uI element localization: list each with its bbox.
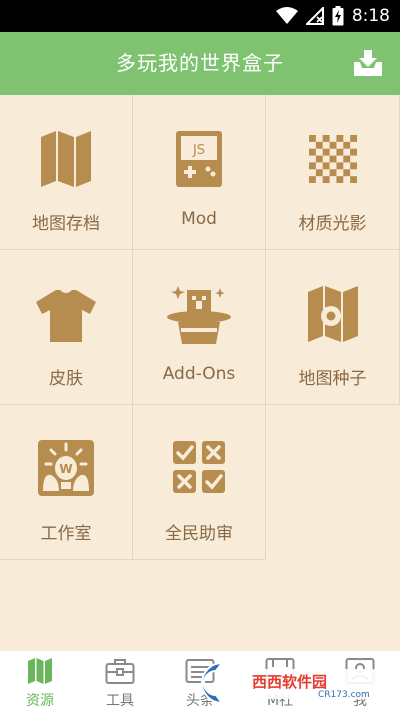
app-bar: 多玩我的世界盒子 [0,32,400,95]
checker-square [349,162,357,170]
map-icon [28,658,52,684]
checker-square [335,135,343,142]
page-title: 多玩我的世界盒子 [116,51,284,75]
watermark-brand: 西西软件园 [252,673,327,691]
grid-item-label: 地图种子 [298,369,367,389]
grid-item-label: Mod [181,209,217,229]
checker-square [329,155,336,163]
checker-square [315,169,323,177]
magic-hat-icon [167,286,231,344]
status-bar: 8:18 [0,0,400,32]
checker-square [335,176,343,183]
status-icons: 8:18 [275,5,390,27]
grid-item-skins[interactable]: 皮肤 [0,250,133,405]
checker-square [315,141,323,149]
nav-label: 工具 [106,693,134,709]
checker-square [315,155,323,163]
checker-square [329,169,336,177]
grid-item-review[interactable]: 全民助审 [133,405,266,560]
grid-item-textures[interactable]: 材质光影 [266,95,400,250]
checker-square [329,141,336,149]
checker-square [322,135,330,142]
grid-item-icon-wrap [266,284,399,346]
shirt-icon [36,290,96,342]
nav-item-tools[interactable]: 工具 [80,651,160,711]
watermark-url: CR173.com [318,690,370,700]
status-time: 8:18 [351,6,390,26]
grid-item-label: 全民助审 [165,524,233,544]
nav-icon-wrap [0,657,80,687]
checker-square [335,148,343,156]
no-signal-icon [305,7,324,25]
nav-icon-wrap [80,657,160,687]
grid-item-icon-wrap [0,284,132,346]
checker-square [308,135,316,142]
checker-square [349,176,357,183]
checker-square [335,162,343,170]
nav-item-resources[interactable]: 资源 [0,651,80,711]
category-grid: 地图存档 JS Mod 材质光影 皮肤 Add-Ons 地图种子 W 工作室 全… [0,95,400,562]
checker-square [342,155,350,163]
checker-square [349,135,357,142]
map-icon [41,131,91,187]
grid-item-icon-wrap: W [0,439,132,501]
grid-item-icon-wrap [133,284,265,346]
watermark-logo: 西西软件园 CR173.com [201,661,378,705]
download-tray-icon [354,50,382,76]
grid-item-label: 工作室 [40,524,92,544]
nav-label: 资源 [26,693,54,709]
studio-icon: W [38,440,94,496]
checker-square [322,176,330,183]
wifi-icon [275,7,298,24]
grid-item-addons[interactable]: Add-Ons [133,250,266,405]
grid-item-label: Add-Ons [162,364,236,384]
checker-square [308,148,316,156]
review-icon [173,441,225,493]
seed-map-icon [307,286,358,342]
grid-item-map-archive[interactable]: 地图存档 [0,95,133,250]
checker-texture-icon [308,135,357,183]
svg-text:W: W [59,462,72,476]
grid-item-label: 地图存档 [32,214,100,234]
grid-item-studio[interactable]: W 工作室 [0,405,133,560]
svg-text:JS: JS [192,143,205,158]
grid-item-label: 材质光影 [298,214,367,234]
grid-item-label: 皮肤 [49,369,83,389]
checker-square [342,141,350,149]
grid-item-icon-wrap: JS [133,129,265,191]
checker-square [349,148,357,156]
checker-square [308,176,316,183]
toolbox-icon [105,659,135,684]
js-gamepad-icon: JS [176,131,222,187]
grid-item-mod[interactable]: JS Mod [133,95,266,250]
checker-square [322,148,330,156]
battery-charging-icon [332,6,344,26]
watermark: 西西软件园 CR173.com [196,655,384,711]
grid-item-icon-wrap [133,439,265,501]
grid-item-icon-wrap [0,129,132,191]
download-button[interactable] [350,45,386,81]
checker-square [308,162,316,170]
checker-square [342,169,350,177]
grid-item-icon-wrap [266,129,399,191]
checker-square [322,162,330,170]
grid-item-map-seeds[interactable]: 地图种子 [266,250,400,405]
